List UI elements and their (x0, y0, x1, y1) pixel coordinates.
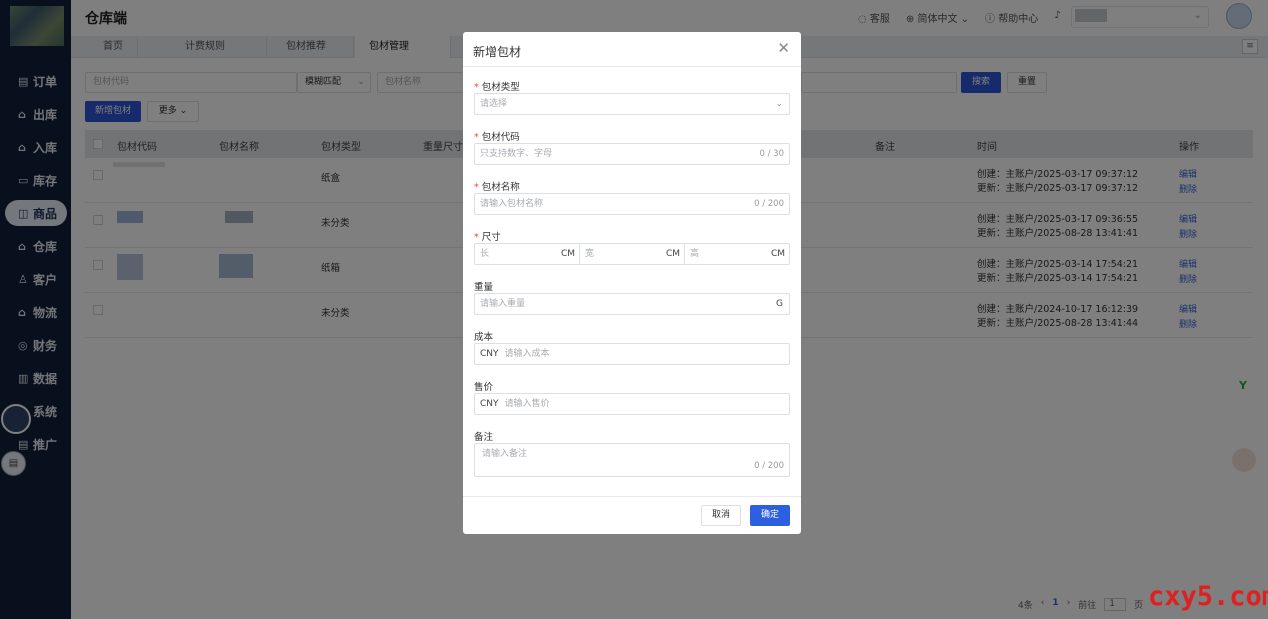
divider (463, 496, 801, 497)
price-input[interactable]: CNY 请输入售价 (474, 393, 790, 415)
name-label: * 包材名称 (474, 182, 520, 193)
weight-label: 重量 (474, 282, 494, 293)
height-input[interactable]: 高 CM (685, 244, 789, 264)
size-label: * 尺寸 (474, 232, 501, 243)
char-count: 0 / 30 (759, 149, 785, 159)
type-select[interactable]: 请选择 ⌄ (474, 93, 790, 115)
cost-input[interactable]: CNY 请输入成本 (474, 343, 790, 365)
cost-label: 成本 (474, 332, 494, 343)
confirm-button[interactable]: 确定 (750, 505, 790, 526)
divider (463, 66, 801, 67)
length-input[interactable]: 长 CM (475, 244, 580, 264)
remark-label: 备注 (474, 432, 494, 443)
size-group: 长 CM 宽 CM 高 CM (474, 243, 790, 265)
weight-input[interactable]: 请输入重量 G (474, 293, 790, 315)
code-label: * 包材代码 (474, 132, 520, 143)
close-icon[interactable]: ✕ (777, 39, 790, 57)
remark-textarea[interactable]: 请输入备注 0 / 200 (474, 443, 790, 477)
code-input[interactable]: 只支持数字、字母 0 / 30 (474, 143, 790, 165)
name-input[interactable]: 请输入包材名称 0 / 200 (474, 193, 790, 215)
char-count: 0 / 200 (754, 199, 784, 209)
add-packaging-dialog: 新增包材 ✕ * 包材类型 请选择 ⌄ * 包材代码 只支持数字、字母 0 / 30 *… (463, 32, 801, 534)
price-label: 售价 (474, 382, 494, 393)
type-label: * 包材类型 (474, 82, 520, 93)
cancel-button[interactable]: 取消 (701, 505, 741, 526)
width-input[interactable]: 宽 CM (580, 244, 685, 264)
char-count: 0 / 200 (754, 461, 784, 471)
chevron-down-icon: ⌄ (775, 99, 783, 109)
dialog-title: 新增包材 (473, 45, 522, 59)
watermark-text: cxy5.com (1148, 581, 1268, 612)
